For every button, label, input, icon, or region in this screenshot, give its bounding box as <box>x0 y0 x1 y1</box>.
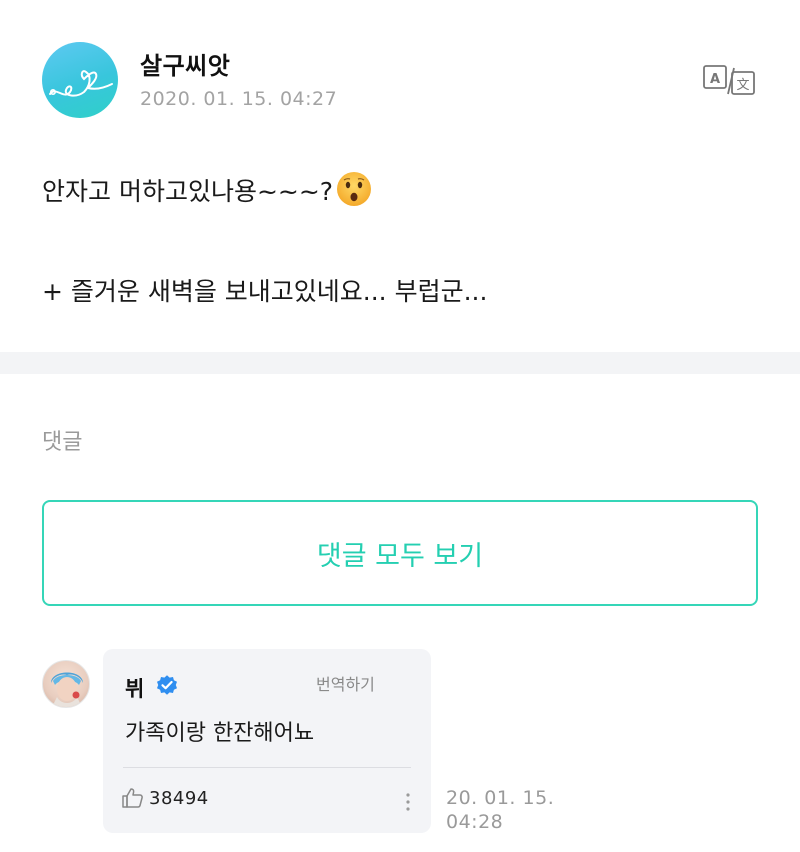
verified-badge-icon <box>155 673 179 697</box>
post-date: 2020. 01. 15. 04:27 <box>140 88 338 110</box>
post-line: 안자고 머하고있나용~~~? <box>42 170 758 214</box>
post-text-line-1: 안자고 머하고있나용~~~? <box>42 177 334 206</box>
comment-date-line-1: 20. 01. 15. <box>446 787 555 809</box>
comment-date-line-2: 04:28 <box>446 811 504 833</box>
translate-icon[interactable]: A 文 <box>702 62 756 98</box>
comment-text: 가족이랑 한잔해어뇨 <box>125 721 315 746</box>
comment-translate-link[interactable]: 번역하기 <box>316 671 375 695</box>
post-header: 살구씨앗 2020. 01. 15. 04:27 A 文 <box>42 42 758 122</box>
more-vertical-icon[interactable] <box>403 791 413 813</box>
view-all-comments-button[interactable]: 댓글 모두 보기 <box>42 500 758 606</box>
post-text-line-2: + 즐거운 새벽을 보내고있네요... 부럽군... <box>42 277 488 306</box>
section-divider <box>0 352 800 374</box>
author-avatar[interactable] <box>42 42 118 118</box>
avatar-squiggle-heart-icon <box>49 70 113 97</box>
post-line: + 즐거운 새벽을 보내고있네요... 부럽군... <box>42 270 758 314</box>
comment-card: 뷔 번역하기 가족이랑 한잔해어뇨 38494 <box>103 649 431 833</box>
thumbs-up-icon <box>122 788 143 808</box>
svg-text:A: A <box>710 72 720 87</box>
comments-section-label: 댓글 <box>42 430 83 455</box>
hushed-face-emoji-icon <box>335 170 373 208</box>
comment-card-divider <box>123 767 411 768</box>
commenter-avatar[interactable] <box>42 660 90 708</box>
comment-date: 20. 01. 15. 04:28 <box>446 786 566 834</box>
author-name[interactable]: 살구씨앗 <box>140 46 230 81</box>
post-line-spacer <box>42 214 758 270</box>
post-body: 안자고 머하고있나용~~~? + 즐거운 새벽을 보내고있네요... 부럽군..… <box>42 170 758 314</box>
like-count: 38494 <box>149 787 209 809</box>
commenter-name[interactable]: 뷔 <box>125 673 144 703</box>
svg-text:文: 文 <box>736 78 749 93</box>
like-button[interactable]: 38494 <box>121 787 209 809</box>
